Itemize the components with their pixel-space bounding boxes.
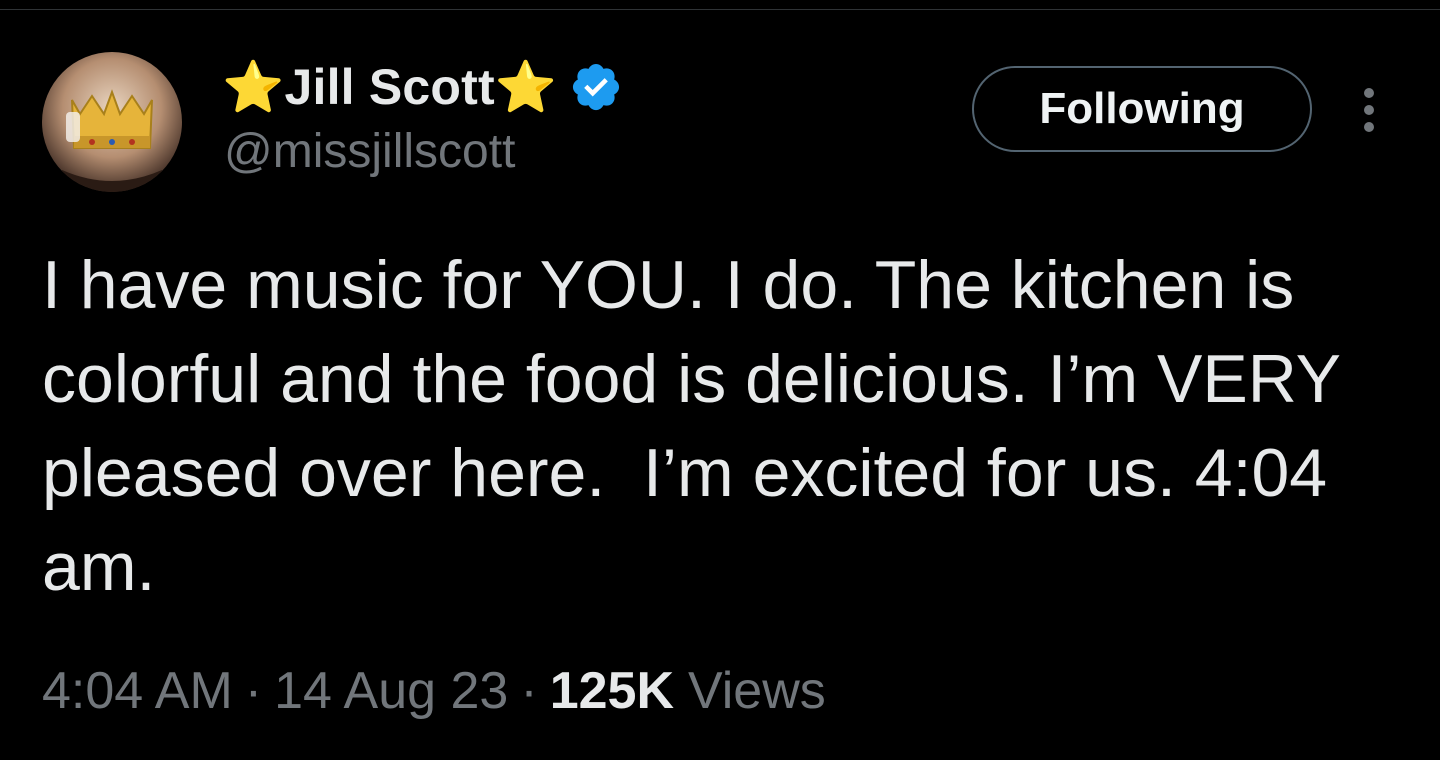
more-dot — [1364, 88, 1374, 98]
meta-separator: · — [520, 662, 538, 720]
tweet-text: I have music for YOU. I do. The kitchen … — [42, 247, 1359, 605]
meta-separator: · — [244, 662, 263, 720]
display-name[interactable]: ⭐ Jill Scott ⭐ — [222, 62, 557, 112]
more-dot — [1364, 122, 1374, 132]
following-button[interactable]: Following — [972, 66, 1312, 152]
views-count[interactable]: 125K — [550, 661, 674, 721]
tweet-time[interactable]: 4:04 AM — [42, 661, 233, 721]
tweet-date[interactable]: 14 Aug 23 — [274, 661, 508, 721]
display-name-text: Jill Scott — [284, 59, 495, 115]
avatar[interactable] — [42, 52, 182, 192]
author-handle[interactable]: @missjillscott — [224, 128, 515, 176]
views-label: Views — [688, 662, 826, 720]
tweet: ⭐ Jill Scott ⭐ @missjillscott Following … — [0, 0, 1440, 760]
star-emoji-left: ⭐ — [222, 59, 285, 115]
more-dot — [1364, 105, 1374, 115]
author-name-row: ⭐ Jill Scott ⭐ — [222, 52, 623, 122]
avatar-image — [62, 89, 162, 192]
more-dots-icon[interactable] — [1346, 82, 1392, 138]
star-emoji-right: ⭐ — [494, 59, 558, 115]
tweet-meta: 4:04 AM · 14 Aug 23 · 125K Views — [42, 656, 826, 726]
verified-badge-icon[interactable] — [569, 60, 623, 114]
